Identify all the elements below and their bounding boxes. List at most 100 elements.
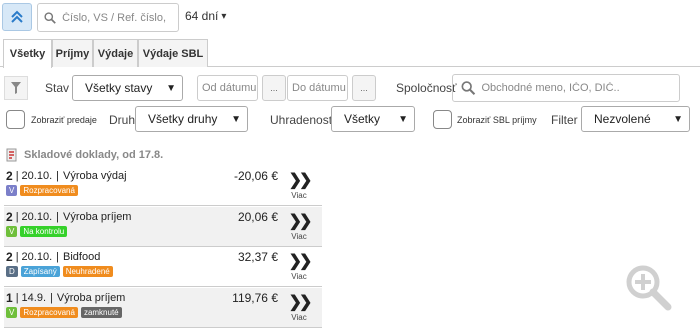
druh-select[interactable]: Všetky druhy ▼ (135, 106, 248, 132)
separator: | (56, 170, 59, 182)
show-sales-checkbox[interactable] (6, 110, 25, 129)
list-item[interactable]: 2 | 20.10. | Bidfood 32,37 € D Zapísaný Neuhrade… (4, 247, 322, 287)
list-item[interactable]: 2 | 20.10. | Výroba príjem 20,06 € V Na kontrol… (4, 207, 322, 247)
days-range-value: 64 dní (185, 9, 219, 23)
list-heading: Skladové doklady, od 17.8. (6, 148, 163, 162)
company-label: Spoločnosť (396, 81, 457, 95)
status-badge: Rozpracovaná (20, 307, 78, 318)
show-sbl-label: Zobraziť SBL príjmy (457, 115, 537, 125)
more-button[interactable]: ❯❯ Viac (284, 172, 314, 201)
item-badges: D Zapísaný Neuhradené (6, 266, 113, 277)
druh-value: Všetky druhy (148, 112, 218, 126)
list-heading-text: Skladové doklady, od 17.8. (24, 149, 164, 161)
date-to-placeholder: Do dátumu (292, 82, 346, 94)
status-badge: Zapísaný (20, 266, 60, 277)
separator: | (15, 170, 19, 182)
item-date: 20.10. (21, 170, 53, 182)
stav-value: Všetky stavy (85, 81, 153, 95)
uhradenost-value: Všetky (344, 112, 381, 126)
list-item[interactable]: 2 | 20.10. | Výroba výdaj -20,06 € V Rozpracova… (4, 166, 322, 206)
tab-vydaje-sbl[interactable]: Výdaje SBL (138, 39, 208, 67)
days-range-dropdown[interactable]: 64 dní ▾ (185, 9, 226, 23)
list-item-title: 2 | 20.10. | Výroba príjem (6, 210, 131, 224)
tab-vsetky[interactable]: Všetky (3, 39, 52, 68)
list-item-title: 1 | 14.9. | Výroba príjem (6, 291, 125, 305)
separator: | (50, 292, 53, 304)
filter-label: Filter (551, 113, 578, 127)
item-name: Výroba príjem (56, 292, 126, 304)
document-search-input[interactable] (62, 11, 178, 24)
list-item[interactable]: 1 | 14.9. | Výroba príjem 119,76 € V Rozpracova… (4, 288, 322, 328)
uhradenost-label: Uhradenosť (270, 113, 334, 127)
item-badges: V Rozpracovaná (6, 185, 78, 196)
uhradenost-select[interactable]: Všetky ▼ (331, 106, 415, 132)
chevron-down-icon: ▾ (221, 10, 227, 22)
more-label: Viac (291, 313, 307, 322)
zoom-in-icon[interactable] (624, 263, 672, 311)
chevron-down-icon: ▼ (231, 113, 241, 125)
item-name: Výroba príjem (63, 211, 132, 223)
double-chevron-right-icon: ❯❯ (288, 172, 313, 189)
item-date: 20.10. (21, 251, 53, 263)
filter-value: Nezvolené (594, 112, 651, 126)
chevron-up-double-icon (11, 10, 23, 23)
funnel-icon (11, 82, 21, 94)
double-chevron-right-icon: ❯❯ (288, 253, 313, 270)
company-search-input[interactable] (481, 82, 679, 94)
status-badge: Na kontrolu (20, 226, 68, 237)
item-badges: V Na kontrolu (6, 226, 68, 237)
chevron-down-icon: ▼ (398, 113, 408, 125)
status-badge: V (6, 307, 18, 318)
item-count: 1 (6, 291, 13, 305)
status-badge: V (6, 185, 18, 196)
item-count: 2 (6, 210, 13, 224)
list-item-title: 2 | 20.10. | Bidfood (6, 250, 100, 264)
tab-prijmy[interactable]: Príjmy (52, 39, 93, 67)
status-badge: D (6, 266, 18, 277)
ellipsis-icon: ... (360, 83, 368, 93)
double-chevron-right-icon: ❯❯ (288, 294, 313, 311)
chevron-down-icon: ▼ (166, 82, 176, 94)
separator: | (56, 211, 59, 223)
date-to-picker-button[interactable]: ... (352, 75, 376, 101)
show-sales-label: Zobraziť predaje (31, 115, 97, 125)
separator: | (15, 292, 19, 304)
separator: | (15, 251, 19, 263)
tab-vydaje[interactable]: Výdaje (93, 39, 138, 67)
item-amount: -20,06 € (233, 169, 278, 183)
tab-bar: Všetky Príjmy Výdaje Výdaje SBL (0, 39, 700, 68)
ellipsis-icon: ... (270, 83, 278, 93)
item-amount: 119,76 € (232, 291, 278, 305)
show-sbl-checkbox[interactable] (433, 110, 452, 129)
item-date: 14.9. (21, 292, 47, 304)
date-from-field[interactable]: Od dátumu (197, 75, 258, 101)
status-badge: zamknuté (80, 307, 122, 318)
document-search-field[interactable] (37, 3, 179, 32)
company-search-field[interactable] (452, 74, 680, 102)
date-from-picker-button[interactable]: ... (262, 75, 286, 101)
filter-select[interactable]: Nezvolené ▼ (581, 106, 690, 132)
search-icon (461, 81, 476, 95)
stav-select[interactable]: Všetky stavy ▼ (72, 75, 183, 101)
collapse-button[interactable] (2, 3, 32, 31)
item-name: Bidfood (63, 251, 101, 263)
more-label: Viac (291, 191, 307, 200)
list-item-title: 2 | 20.10. | Výroba výdaj (6, 169, 127, 183)
more-button[interactable]: ❯❯ Viac (284, 214, 314, 242)
druh-label: Druh (109, 113, 136, 127)
date-to-field[interactable]: Do dátumu (287, 75, 348, 101)
item-count: 2 (6, 169, 13, 183)
item-count: 2 (6, 250, 13, 264)
status-badge: V (6, 226, 18, 237)
filter-toggle[interactable] (4, 76, 28, 100)
item-amount: 20,06 € (237, 210, 278, 224)
search-icon (44, 11, 56, 24)
chevron-down-icon: ▼ (673, 113, 683, 125)
item-date: 20.10. (21, 211, 53, 223)
status-badge: Rozpracovaná (20, 185, 78, 196)
more-button[interactable]: ❯❯ Viac (284, 294, 314, 323)
more-button[interactable]: ❯❯ Viac (284, 253, 314, 282)
document-icon (6, 148, 17, 162)
separator: | (15, 211, 19, 223)
more-label: Viac (291, 272, 307, 281)
